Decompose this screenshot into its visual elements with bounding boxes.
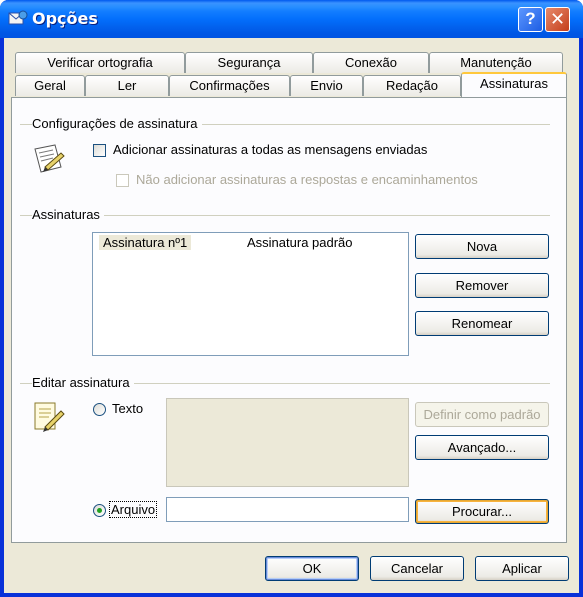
title-bar[interactable]: Opções ? ✕: [0, 0, 583, 38]
new-signature-button[interactable]: Nova: [415, 234, 549, 259]
settings-group-title: Configurações de assinatura: [32, 116, 202, 131]
tab-confirmacoes[interactable]: Confirmações: [169, 75, 290, 96]
edit-group-title: Editar assinatura: [32, 375, 134, 390]
set-default-button[interactable]: Definir como padrão: [415, 402, 549, 427]
remove-signature-button[interactable]: Remover: [415, 273, 549, 298]
tab-verificar-ortografia[interactable]: Verificar ortografia: [15, 52, 185, 73]
close-button[interactable]: ✕: [545, 7, 570, 32]
add-signatures-all-checkbox[interactable]: [93, 144, 106, 157]
signatures-list[interactable]: Assinatura nº1 Assinatura padrão: [92, 232, 409, 356]
file-option-radio[interactable]: [93, 504, 106, 517]
ok-button[interactable]: OK: [265, 556, 359, 581]
tab-redacao[interactable]: Redação: [363, 75, 461, 96]
cancel-button[interactable]: Cancelar: [370, 556, 464, 581]
tab-ler[interactable]: Ler: [85, 75, 169, 96]
no-replies-checkbox[interactable]: [116, 174, 129, 187]
outlook-express-icon: [8, 10, 28, 25]
tab-panel-assinaturas: Configurações de assinatura Adicionar as…: [11, 97, 567, 543]
tab-seguranca[interactable]: Segurança: [185, 52, 313, 73]
tab-envio[interactable]: Envio: [290, 75, 363, 96]
text-option-radio[interactable]: [93, 403, 106, 416]
tab-manutencao[interactable]: Manutenção: [429, 52, 563, 73]
help-button[interactable]: ?: [518, 7, 543, 32]
tab-geral[interactable]: Geral: [15, 75, 85, 96]
text-option-label: Texto: [112, 401, 144, 416]
advanced-button[interactable]: Avançado...: [415, 435, 549, 460]
signature-text-area[interactable]: [166, 398, 409, 487]
signature-list-item[interactable]: Assinatura nº1: [99, 235, 192, 250]
tab-conexao[interactable]: Conexão: [313, 52, 429, 73]
browse-button[interactable]: Procurar...: [415, 499, 549, 524]
no-replies-label: Não adicionar assinaturas a respostas e …: [136, 172, 478, 187]
signature-file-input[interactable]: [166, 497, 409, 522]
signature-name: Assinatura nº1: [103, 235, 188, 250]
rename-signature-button[interactable]: Renomear: [415, 311, 549, 336]
add-signatures-all-label: Adicionar assinaturas a todas as mensage…: [113, 142, 428, 157]
tab-assinaturas[interactable]: Assinaturas: [461, 72, 567, 97]
file-option-label: Arquivo: [108, 501, 158, 518]
window-title: Opções: [32, 9, 98, 28]
signatures-group-title: Assinaturas: [32, 207, 104, 222]
apply-button[interactable]: Aplicar: [475, 556, 569, 581]
signature-settings-icon: [34, 144, 65, 173]
signature-default-status: Assinatura padrão: [247, 235, 353, 250]
signature-edit-icon: [34, 402, 65, 432]
